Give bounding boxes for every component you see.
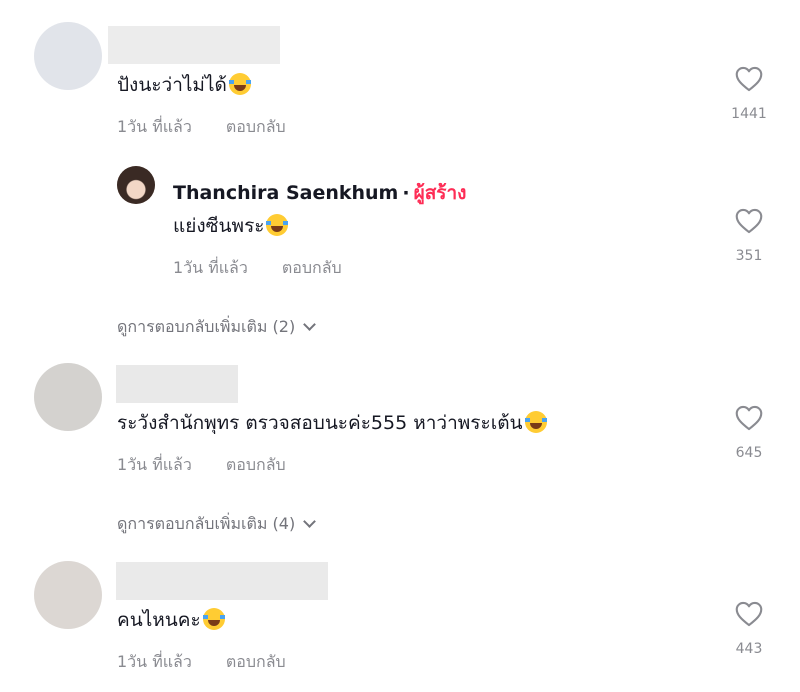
username-redacted[interactable] — [116, 562, 328, 600]
creator-badge: ผู้สร้าง — [413, 182, 467, 204]
heart-icon[interactable] — [735, 405, 763, 431]
timestamp: 1วัน ที่แล้ว — [117, 455, 192, 474]
laughing-emoji-icon — [524, 411, 547, 433]
timestamp: 1วัน ที่แล้ว — [117, 652, 192, 671]
chevron-down-icon — [303, 318, 317, 331]
timestamp: 1วัน ที่แล้ว — [117, 117, 192, 136]
reply-meta: 1วัน ที่แล้ว ตอบกลับ — [173, 258, 342, 278]
reply-text: แย่งซีนพระ — [173, 214, 289, 238]
laughing-emoji-icon — [202, 608, 225, 630]
reply-button[interactable]: ตอบกลับ — [282, 258, 342, 277]
comment-text-body: คนไหนคะ — [117, 609, 201, 631]
laughing-emoji-icon — [228, 73, 251, 95]
comment-text: คนไหนคะ — [117, 608, 225, 632]
comment-text: ระวังสำนักพุทร ตรวจสอบนะค่ะ555 หาว่าพระเ… — [117, 411, 547, 435]
comment-text-body: ระวังสำนักพุทร ตรวจสอบนะค่ะ555 หาว่าพระเ… — [117, 412, 523, 434]
username-redacted[interactable] — [116, 365, 238, 403]
reply-button[interactable]: ตอบกลับ — [226, 117, 286, 136]
heart-icon[interactable] — [735, 601, 763, 627]
creator-avatar[interactable] — [117, 166, 155, 204]
like-count: 351 — [735, 248, 763, 264]
reply-button[interactable]: ตอบกลับ — [226, 652, 286, 671]
like-count: 645 — [735, 445, 763, 461]
like-count: 443 — [735, 641, 763, 657]
like-count: 1441 — [731, 106, 767, 122]
comment-text-body: ปังนะว่าไม่ได้ — [117, 74, 227, 96]
view-more-label: ดูการตอบกลับเพิ่มเติม (2) — [117, 317, 296, 336]
laughing-emoji-icon — [266, 214, 289, 236]
timestamp: 1วัน ที่แล้ว — [173, 258, 248, 277]
author-name[interactable]: Thanchira Saenkhum — [173, 182, 398, 204]
comment-meta: 1วัน ที่แล้ว ตอบกลับ — [117, 652, 286, 672]
avatar[interactable] — [34, 363, 102, 431]
comment-meta: 1วัน ที่แล้ว ตอบกลับ — [117, 117, 286, 137]
separator-dot: · — [402, 182, 410, 204]
reply-button[interactable]: ตอบกลับ — [226, 455, 286, 474]
heart-icon[interactable] — [735, 208, 763, 234]
heart-icon[interactable] — [735, 66, 763, 92]
avatar[interactable] — [34, 22, 102, 90]
avatar[interactable] — [34, 561, 102, 629]
view-more-label: ดูการตอบกลับเพิ่มเติม (4) — [117, 514, 296, 533]
comment-text: ปังนะว่าไม่ได้ — [117, 73, 251, 97]
username-redacted[interactable] — [108, 26, 280, 64]
reply-author: Thanchira Saenkhum · ผู้สร้าง — [173, 178, 466, 208]
view-more-replies[interactable]: ดูการตอบกลับเพิ่มเติม (4) — [117, 512, 317, 537]
chevron-down-icon — [303, 515, 317, 528]
comment-meta: 1วัน ที่แล้ว ตอบกลับ — [117, 455, 286, 475]
reply-text-body: แย่งซีนพระ — [173, 215, 265, 237]
view-more-replies[interactable]: ดูการตอบกลับเพิ่มเติม (2) — [117, 315, 317, 340]
